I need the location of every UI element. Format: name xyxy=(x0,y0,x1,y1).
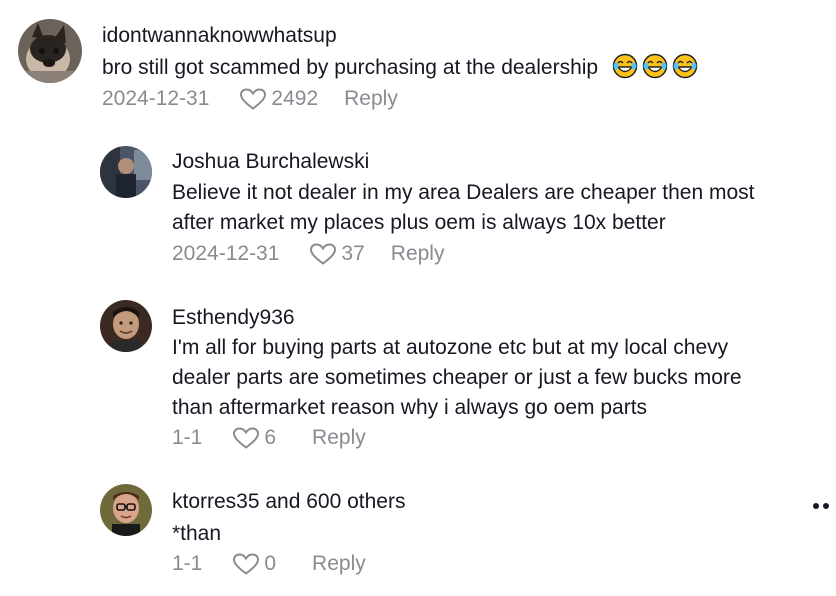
comment-meta: 1-1 0 Reply xyxy=(172,552,366,576)
comment-username[interactable]: Esthendy936 xyxy=(172,306,295,330)
heart-icon xyxy=(240,88,267,110)
like-count: 6 xyxy=(264,426,277,449)
comment-meta: 1-1 6 Reply xyxy=(172,426,366,450)
reply-button[interactable]: Reply xyxy=(312,426,366,450)
comment-text: bro still got scammed by purchasing at t… xyxy=(102,53,698,83)
comment-username[interactable]: ktorres35 and 600 others xyxy=(172,490,405,514)
like-count: 37 xyxy=(341,242,365,265)
avatar[interactable] xyxy=(100,300,152,352)
like-count: 2492 xyxy=(271,87,319,110)
heart-icon xyxy=(233,427,260,449)
comment-meta: 2024-12-31 37 Reply xyxy=(172,242,444,266)
comment-text-line: after market my places plus oem is alway… xyxy=(172,211,666,234)
more-dots-icon[interactable] xyxy=(812,494,834,515)
comment-text: Believe it not dealer in my area Dealers… xyxy=(172,178,754,238)
comment-text-line: *than xyxy=(172,522,222,545)
comment-text-line: I'm all for buying parts at autozone etc… xyxy=(172,336,729,359)
face-with-tears-of-joy-icon xyxy=(612,53,638,79)
comment-text-line: Believe it not dealer in my area Dealers… xyxy=(172,181,755,204)
comment-date: 1-1 xyxy=(172,552,203,575)
avatar[interactable] xyxy=(100,146,152,198)
reply-button[interactable]: Reply xyxy=(391,242,445,266)
comment-date: 2024-12-31 xyxy=(172,242,280,265)
avatar[interactable] xyxy=(100,484,152,536)
comment-text-line: dealer parts are sometimes cheaper or ju… xyxy=(172,366,742,389)
more-dots-icon-glyph xyxy=(813,503,829,509)
like-button[interactable]: 37 xyxy=(309,242,365,266)
like-button[interactable]: 0 xyxy=(232,552,276,576)
like-button[interactable]: 2492 xyxy=(239,87,318,111)
like-count: 0 xyxy=(264,552,277,575)
like-button[interactable]: 6 xyxy=(232,426,276,450)
comment-username[interactable]: Joshua Burchalewski xyxy=(172,150,369,174)
comment-text: I'm all for buying parts at autozone etc… xyxy=(172,333,742,423)
comment-username[interactable]: idontwannaknowwhatsup xyxy=(102,24,337,48)
reply-button[interactable]: Reply xyxy=(312,552,366,576)
comment-date: 2024-12-31 xyxy=(102,87,210,110)
avatar[interactable] xyxy=(18,19,82,83)
face-with-tears-of-joy-icon xyxy=(672,53,698,79)
emoji-group xyxy=(608,53,698,79)
comment-date: 1-1 xyxy=(172,426,203,449)
comment-text-line: bro still got scammed by purchasing at t… xyxy=(102,56,599,79)
heart-icon xyxy=(233,553,260,575)
comment-text-line: than aftermarket reason why i always go … xyxy=(172,396,648,419)
heart-icon xyxy=(310,243,337,265)
comment-text: *than xyxy=(172,519,221,549)
face-with-tears-of-joy-icon xyxy=(642,53,668,79)
comment-meta: 2024-12-31 2492 Reply xyxy=(102,87,398,111)
reply-button[interactable]: Reply xyxy=(344,87,398,111)
